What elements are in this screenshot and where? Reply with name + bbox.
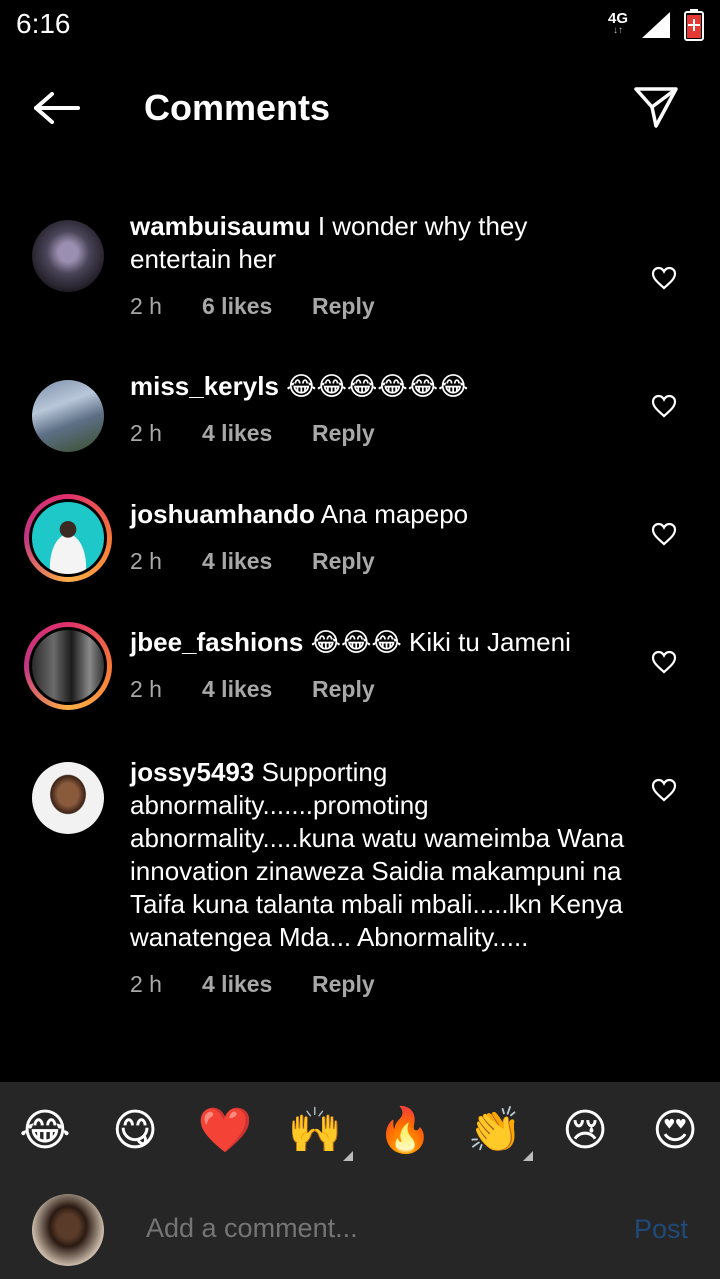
comment-body: jbee_fashions 😂😂😂 Kiki tu Jameni 2 h 4 l… <box>130 626 630 706</box>
heart-icon <box>651 394 677 418</box>
reaction-fire[interactable]: 🔥 <box>375 1101 435 1161</box>
share-button[interactable] <box>628 82 684 134</box>
arrow-left-icon <box>34 92 80 124</box>
like-button[interactable] <box>648 518 680 550</box>
comment-text: 😂😂😂😂😂😂 <box>286 371 469 401</box>
comment-body: jossy5493 Supporting abnormality.......p… <box>130 756 630 1001</box>
status-time: 6:16 <box>16 8 71 39</box>
battery-icon <box>684 9 704 41</box>
app-bar: Comments <box>0 70 720 146</box>
comment-time: 2 h <box>130 971 162 997</box>
reply-button[interactable]: Reply <box>312 968 375 1001</box>
comment-username[interactable]: miss_keryls <box>130 371 279 401</box>
reply-button[interactable]: Reply <box>312 417 375 450</box>
comment-likes[interactable]: 4 likes <box>202 417 312 450</box>
reply-button[interactable]: Reply <box>312 290 375 323</box>
comment-text: 😂😂😂 Kiki tu Jameni <box>310 627 571 657</box>
back-button[interactable] <box>28 86 84 130</box>
heart-icon <box>651 650 677 674</box>
avatar-image <box>32 220 104 292</box>
heart-icon <box>651 778 677 802</box>
like-button[interactable] <box>648 262 680 294</box>
heart-icon <box>651 522 677 546</box>
avatar-miss-keryls[interactable] <box>26 374 110 458</box>
comment-username[interactable]: jossy5493 <box>130 757 254 787</box>
avatar-jossy5493[interactable] <box>26 756 110 840</box>
reaction-heart-eyes[interactable]: 😍 <box>645 1101 705 1161</box>
comment-meta: 2 h 4 likes Reply <box>130 673 630 706</box>
reaction-raised-hands[interactable]: 🙌 <box>285 1101 353 1161</box>
reaction-yum[interactable]: 😋 <box>105 1101 165 1161</box>
comment-body: joshuamhando Ana mapepo 2 h 4 likes Repl… <box>130 498 630 578</box>
reply-button[interactable]: Reply <box>312 673 375 706</box>
reply-button[interactable]: Reply <box>312 545 375 578</box>
comment-username[interactable]: wambuisaumu <box>130 211 311 241</box>
comment-username[interactable]: jbee_fashions <box>130 627 303 657</box>
comment-time: 2 h <box>130 548 162 574</box>
page-title: Comments <box>144 87 331 128</box>
reaction-heart[interactable]: ❤️ <box>195 1101 255 1161</box>
avatar-image <box>29 627 107 705</box>
comment-time: 2 h <box>130 676 162 702</box>
comment-time: 2 h <box>130 293 162 319</box>
my-avatar <box>32 1194 104 1266</box>
network-indicator: 4G ↓↑ <box>608 11 628 37</box>
like-button[interactable] <box>648 390 680 422</box>
comment-meta: 2 h 4 likes Reply <box>130 417 630 450</box>
avatar-image <box>32 762 104 834</box>
comment-time: 2 h <box>130 420 162 446</box>
reaction-tears-of-joy[interactable]: 😂 <box>15 1101 75 1161</box>
comment-likes[interactable]: 6 likes <box>202 290 312 323</box>
comment-username[interactable]: joshuamhando <box>130 499 315 529</box>
raised-hands-icon: 🙌 <box>287 1106 343 1155</box>
reaction-crying[interactable]: 😢 <box>555 1101 615 1161</box>
comment-meta: 2 h 4 likes Reply <box>130 968 630 1001</box>
comment-likes[interactable]: 4 likes <box>202 545 312 578</box>
comment-input[interactable] <box>144 1212 588 1245</box>
avatar-wambuisaumu[interactable] <box>26 214 110 298</box>
status-bar: 6:16 4G ↓↑ <box>0 0 720 52</box>
comment-meta: 2 h 4 likes Reply <box>130 545 630 578</box>
skin-tone-indicator <box>523 1151 533 1161</box>
comment-body: miss_keryls 😂😂😂😂😂😂 2 h 4 likes Reply <box>130 370 630 450</box>
avatar-image <box>29 499 107 577</box>
like-button[interactable] <box>648 646 680 678</box>
like-button[interactable] <box>648 774 680 806</box>
comment-likes[interactable]: 4 likes <box>202 968 312 1001</box>
post-button[interactable]: Post <box>634 1214 688 1245</box>
clap-icon: 👏 <box>467 1106 523 1155</box>
comment-likes[interactable]: 4 likes <box>202 673 312 706</box>
heart-icon <box>651 266 677 290</box>
reaction-clap[interactable]: 👏 <box>465 1101 533 1161</box>
scrolled-content-edge <box>230 158 350 166</box>
signal-icon <box>642 12 670 38</box>
paper-plane-icon <box>634 87 678 128</box>
skin-tone-indicator <box>343 1151 353 1161</box>
comment-meta: 2 h 6 likes Reply <box>130 290 630 323</box>
comment-text: Ana mapepo <box>320 499 469 529</box>
avatar-image <box>32 380 104 452</box>
quick-reactions-bar: 😂 😋 ❤️ 🙌 🔥 👏 😢 😍 <box>0 1082 720 1180</box>
comment-list[interactable]: wambuisaumu I wonder why they entertain … <box>0 180 720 1080</box>
status-icons: 4G ↓↑ <box>608 8 704 42</box>
comment-body: wambuisaumu I wonder why they entertain … <box>130 210 630 323</box>
avatar-joshuamhando[interactable] <box>24 494 112 582</box>
comment-composer: Post <box>0 1180 720 1279</box>
avatar-jbee-fashions[interactable] <box>24 622 112 710</box>
